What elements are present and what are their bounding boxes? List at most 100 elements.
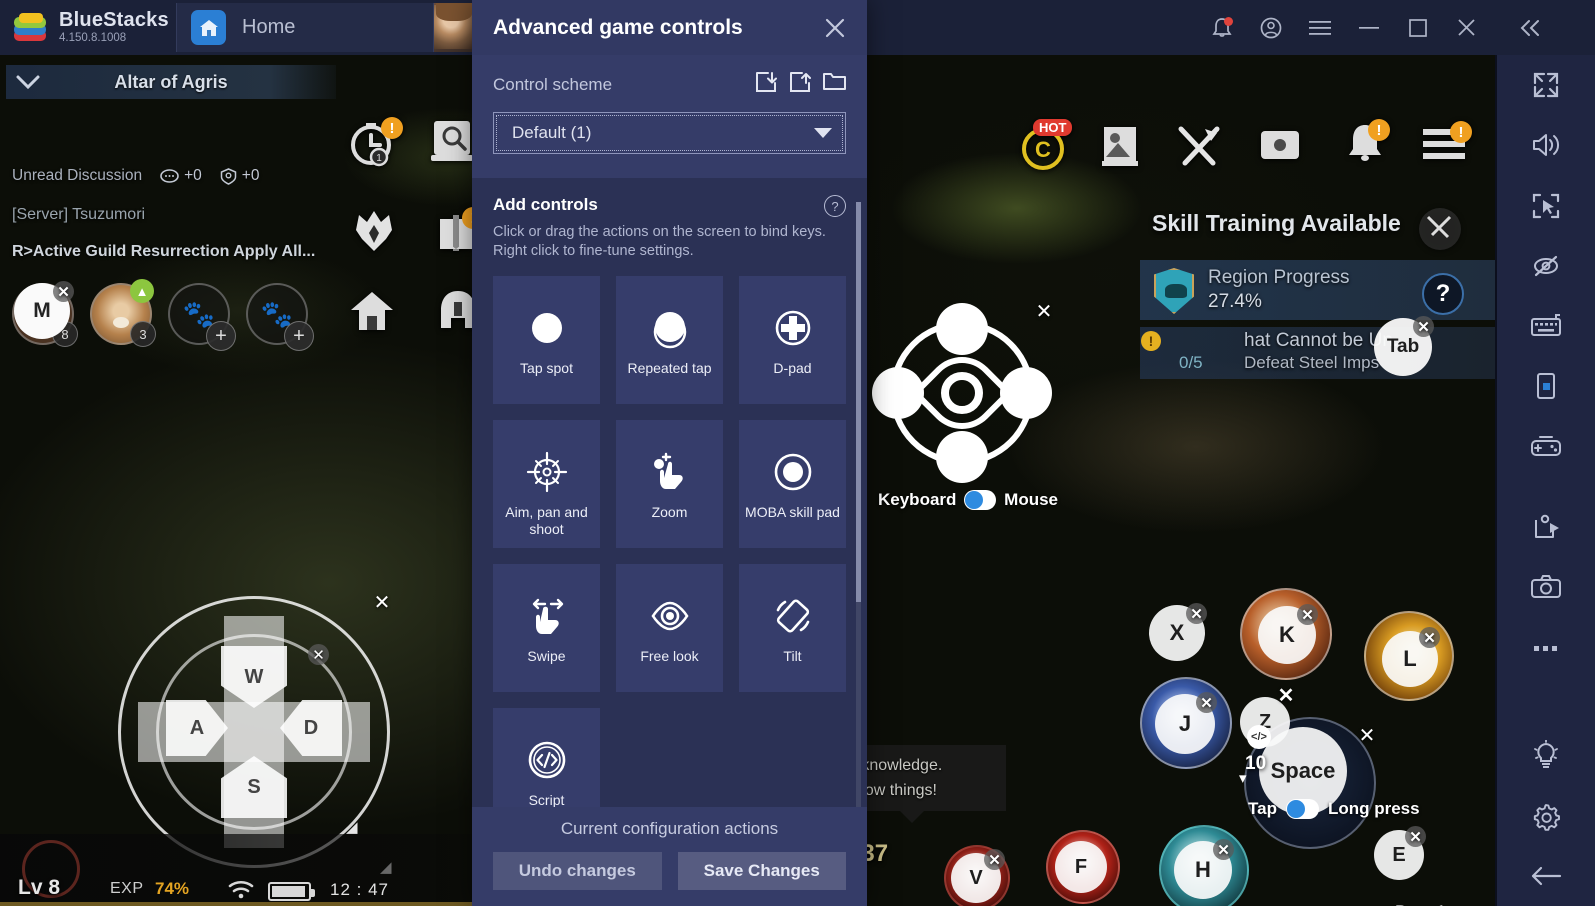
chat-message[interactable]: R>Active Guild Resurrection Apply All... <box>12 243 315 261</box>
sidebar-item-rotate-screen[interactable] <box>1496 356 1595 416</box>
sidebar-item-volume[interactable] <box>1496 115 1595 175</box>
pet-slot-3[interactable]: 🐾 + <box>246 283 314 351</box>
sidebar-item-screenshot[interactable] <box>1496 557 1595 617</box>
control-tile-aim-pan-shoot[interactable]: Aim, pan and shoot <box>493 420 600 548</box>
quest-bar[interactable]: ! hat Cannot be Un... 0/5 Defeat Steel I… <box>1140 327 1495 379</box>
bell-icon[interactable]: ! <box>1342 119 1390 170</box>
control-scheme-dropdown[interactable]: Default (1) <box>493 112 846 154</box>
control-tile-free-look[interactable]: Free look <box>616 564 723 692</box>
chevron-down-icon[interactable] <box>814 128 832 138</box>
help-circle-icon[interactable]: ? <box>824 195 846 217</box>
sidebar-item-fullscreen[interactable] <box>1496 55 1595 115</box>
control-scheme-actions[interactable] <box>755 71 846 98</box>
control-tile-repeated-tap[interactable]: Repeated tap <box>616 276 723 404</box>
tap-longpress-toggle-row[interactable]: Tap Long press <box>1248 799 1420 819</box>
tap-longpress-toggle[interactable] <box>1285 799 1319 819</box>
dpad-key-down[interactable]: S <box>221 756 287 818</box>
key-chip-l[interactable]: L ✕ <box>1382 627 1440 687</box>
tab-game-avatar[interactable] <box>434 3 474 52</box>
free-look-node-down[interactable] <box>936 431 988 483</box>
control-tile-swipe[interactable]: Swipe <box>493 564 600 692</box>
key-chip-k[interactable]: K ✕ <box>1258 604 1318 664</box>
key-chip-f[interactable]: F <box>1055 841 1107 893</box>
sidebar-item-back[interactable] <box>1496 846 1595 906</box>
export-scheme-icon[interactable] <box>789 71 811 98</box>
bell-icon[interactable] <box>1197 0 1246 55</box>
free-look-node-up[interactable] <box>936 303 988 355</box>
keyboard-mouse-toggle[interactable] <box>964 490 997 510</box>
pet-add-icon[interactable]: + <box>284 321 314 351</box>
remove-control-icon[interactable]: ✕ <box>1297 604 1318 625</box>
right-sidebar[interactable] <box>1495 55 1595 906</box>
hamburger-menu-icon[interactable] <box>1295 0 1344 55</box>
advanced-game-controls-dialog[interactable]: Advanced game controls Control scheme De… <box>472 0 867 906</box>
key-chip-x[interactable]: X ✕ <box>1149 603 1207 661</box>
dpad-key-right[interactable]: D <box>280 700 342 756</box>
tab-home[interactable]: Home <box>176 3 434 52</box>
dpad-keys[interactable]: W A D S <box>166 646 342 818</box>
control-tiles-grid[interactable]: Tap spot Repeated tap D-pad Aim, pan and… <box>493 276 846 807</box>
remove-control-icon[interactable]: ✕ <box>53 281 74 302</box>
pet-add-icon[interactable]: + <box>206 321 236 351</box>
close-icon[interactable] <box>1442 0 1491 55</box>
home-icon[interactable] <box>348 288 396 339</box>
control-tile-dpad[interactable]: D-pad <box>739 276 846 404</box>
sidebar-item-settings[interactable] <box>1496 786 1595 846</box>
dpad-key-left[interactable]: A <box>166 700 228 756</box>
weapons-icon[interactable] <box>1175 123 1223 174</box>
save-changes-button[interactable]: Save Changes <box>677 852 846 890</box>
codex-icon[interactable] <box>1098 123 1144 174</box>
maximize-icon[interactable] <box>1393 0 1442 55</box>
scrollbar-thumb[interactable] <box>856 202 861 602</box>
sidebar-item-eye-off[interactable] <box>1496 236 1595 296</box>
timer-icon[interactable]: 1 ! <box>345 115 403 176</box>
remove-control-icon[interactable]: ✕ <box>370 590 394 614</box>
control-tile-moba-skill-pad[interactable]: MOBA skill pad <box>739 420 846 548</box>
sidebar-item-gamepad[interactable] <box>1496 417 1595 477</box>
key-chip-h[interactable]: H ✕ <box>1174 839 1234 899</box>
remove-control-icon[interactable]: ✕ <box>984 849 1005 870</box>
free-look-toggle-row[interactable]: Keyboard Mouse <box>878 490 1058 510</box>
remove-control-icon[interactable]: ✕ <box>1213 839 1234 860</box>
remove-control-icon[interactable]: ✕ <box>1196 692 1217 713</box>
dialog-scrollbar[interactable] <box>856 202 861 807</box>
script-code-icon[interactable]: </> <box>1247 725 1271 749</box>
skill-training-icon[interactable] <box>1418 207 1462 256</box>
chat-channel-header[interactable]: Altar of Agris <box>6 65 336 99</box>
pet-slot-2[interactable]: 🐾 + <box>168 283 236 351</box>
key-chip-v[interactable]: V ✕ <box>951 849 1005 903</box>
free-look-overlay[interactable]: ✕ <box>872 301 1052 483</box>
import-scheme-icon[interactable] <box>755 71 777 98</box>
question-mark-icon[interactable]: ? <box>1422 273 1464 315</box>
sidebar-item-more[interactable] <box>1496 617 1595 677</box>
remove-control-icon[interactable]: ✕ <box>1405 826 1426 847</box>
dpad-overlay[interactable]: W A D S ✕ ✕ ◢ ◢ <box>118 592 392 876</box>
menu-icon[interactable]: ! <box>1420 121 1472 168</box>
pet-slot-1[interactable]: ▲ 3 <box>90 279 156 347</box>
remove-control-icon[interactable]: ✕ <box>1186 603 1207 624</box>
control-tile-zoom[interactable]: Zoom <box>616 420 723 548</box>
bluestacks-brand[interactable]: BlueStacks 4.150.8.1008 <box>0 0 176 55</box>
undo-changes-button[interactable]: Undo changes <box>493 852 662 890</box>
key-chip-tab[interactable]: Tab ✕ <box>1374 316 1434 376</box>
m-key-chip[interactable]: M ✕ <box>14 281 74 339</box>
sidebar-item-cursor-capture[interactable] <box>1496 176 1595 236</box>
control-tile-script[interactable]: Script <box>493 708 600 807</box>
coin-hot-icon[interactable]: C HOT <box>1019 119 1073 176</box>
key-chip-e[interactable]: E ✕ <box>1374 826 1426 880</box>
footer-buttons[interactable]: Undo changes Save Changes <box>493 852 846 890</box>
chevron-down-icon[interactable] <box>6 74 50 90</box>
remove-control-icon[interactable]: ✕ <box>1355 723 1379 747</box>
chevron-down-icon[interactable]: ▾ <box>1239 769 1247 787</box>
guild-crest-icon[interactable] <box>348 205 400 262</box>
account-circle-icon[interactable] <box>1246 0 1295 55</box>
open-folder-icon[interactable] <box>823 71 846 98</box>
remove-control-icon[interactable]: ✕ <box>1413 316 1434 337</box>
remove-control-icon[interactable]: ✕ <box>1274 683 1298 707</box>
double-chevron-left-icon[interactable] <box>1502 0 1557 55</box>
search-book-icon[interactable] <box>428 117 478 172</box>
remove-control-icon[interactable]: ✕ <box>308 644 329 665</box>
remove-control-icon[interactable]: ✕ <box>1419 627 1440 648</box>
window-controls[interactable] <box>1197 0 1491 55</box>
close-icon[interactable] <box>817 10 853 46</box>
